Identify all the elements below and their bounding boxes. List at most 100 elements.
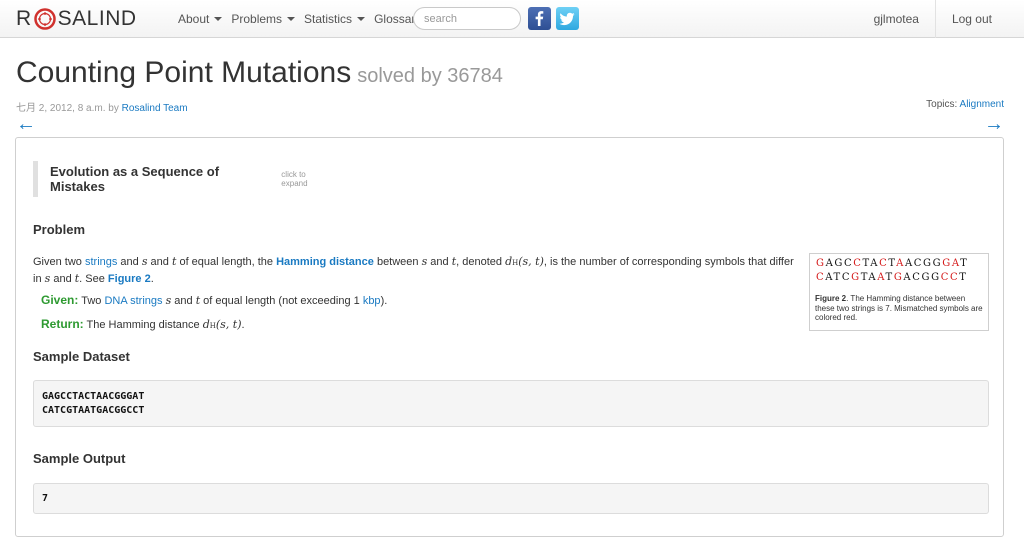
output-value: 7 <box>42 493 49 504</box>
prev-problem-arrow-icon[interactable]: ← <box>16 114 36 134</box>
story-title: Evolution as a Sequence of Mistakes <box>50 164 220 194</box>
caption-label: Figure 2 <box>815 294 847 303</box>
problem-content: Evolution as a Sequence of Mistakes clic… <box>15 137 1004 537</box>
figure-2-link[interactable]: Figure 2 <box>108 273 151 285</box>
nucleotide: C <box>949 272 960 283</box>
story-block[interactable]: Evolution as a Sequence of Mistakes clic… <box>33 161 333 197</box>
author-link[interactable]: Rosalind Team <box>122 103 188 114</box>
problem-meta: 七月 2, 2012, 8 a.m. by Rosalind Team <box>16 99 188 114</box>
text: of equal length (not exceeding 1 <box>200 295 363 307</box>
kbp-link[interactable]: kbp <box>363 295 381 307</box>
nucleotide: A <box>825 272 834 283</box>
navbar: R SALIND About Problems Statistics Gloss… <box>0 0 1024 38</box>
text: ). <box>380 295 388 307</box>
problem-heading: Problem <box>33 222 86 237</box>
text: and <box>50 273 75 285</box>
text: of equal length, the <box>176 256 277 268</box>
math-d: d <box>202 318 210 331</box>
rosalind-logo-icon <box>33 8 56 30</box>
text: and <box>171 295 196 307</box>
nucleotide: A <box>896 258 905 269</box>
dataset-line-1: GAGCCTACTAACGGGAT <box>42 391 145 402</box>
nucleotide: A <box>903 272 913 283</box>
menu-problems-label: Problems <box>231 12 283 26</box>
topic-link-alignment[interactable]: Alignment <box>960 99 1004 110</box>
nucleotide: C <box>841 272 852 283</box>
solved-count: solved by 36784 <box>357 65 503 87</box>
text: between <box>373 256 422 268</box>
menu-about-label: About <box>178 12 210 26</box>
topics: Topics: Alignment <box>926 99 1004 110</box>
menu-statistics[interactable]: Statistics <box>304 12 366 26</box>
brand-letter-r: R <box>16 7 32 30</box>
dna-strings-link[interactable]: DNA strings <box>104 295 162 307</box>
logout-link[interactable]: Log out <box>936 0 1024 38</box>
math-args: (s, t) <box>518 255 544 268</box>
expand-hint[interactable]: click to expand <box>281 170 333 188</box>
text: and <box>147 256 172 268</box>
sequence-row-2: CATCGTAATGACGGCCT <box>816 272 968 283</box>
problem-title: Counting Point Mutations <box>16 56 352 89</box>
twitter-icon[interactable] <box>556 7 579 30</box>
nucleotide: C <box>940 272 950 283</box>
nucleotide: G <box>932 258 943 269</box>
return-label: Return: <box>41 317 84 331</box>
menu-statistics-label: Statistics <box>304 12 353 26</box>
sequence-row-1: GAGCCTACTAACGGGAT <box>816 258 968 269</box>
nucleotide: T <box>960 258 969 269</box>
next-problem-arrow-icon[interactable]: → <box>984 114 1004 134</box>
text: and <box>427 256 452 268</box>
nucleotide: G <box>851 272 861 283</box>
page-title: Counting Point Mutations solved by 36784 <box>16 56 503 90</box>
topics-label: Topics <box>926 99 955 110</box>
brand-logo[interactable]: R SALIND <box>16 6 137 32</box>
dataset-line-2: CATCGTAATGACGGCCT <box>42 405 145 416</box>
nucleotide: G <box>921 272 932 283</box>
user-menu: gjlmotea Log out <box>858 0 1024 38</box>
caret-down-icon <box>287 17 296 21</box>
nucleotide: C <box>816 272 826 283</box>
text: Two <box>78 295 105 307</box>
text: . <box>241 319 245 331</box>
figure-caption: Figure 2. The Hamming distance between t… <box>815 294 985 323</box>
nucleotide: G <box>816 258 826 269</box>
strings-link[interactable]: strings <box>85 256 117 268</box>
given-label: Given: <box>41 293 79 307</box>
brand-text: SALIND <box>57 7 137 30</box>
nucleotide: C <box>913 258 924 269</box>
nucleotide: T <box>833 272 842 283</box>
main-menu: About Problems Statistics Glossary <box>178 0 430 38</box>
nucleotide: C <box>853 258 863 269</box>
text: , denoted <box>456 256 506 268</box>
math-args: (s, t) <box>215 318 242 331</box>
text: and <box>117 256 142 268</box>
nucleotide: A <box>904 258 914 269</box>
facebook-icon[interactable] <box>528 7 551 30</box>
text: Given two <box>33 256 85 268</box>
text: The Hamming distance <box>83 319 203 331</box>
figure-2: GAGCCTACTAACGGGAT CATCGTAATGACGGCCT Figu… <box>809 253 989 331</box>
sample-dataset-box[interactable]: GAGCCTACTAACGGGAT CATCGTAATGACGGCCT <box>33 380 989 427</box>
nucleotide: C <box>912 272 922 283</box>
username-link[interactable]: gjlmotea <box>858 0 935 38</box>
nucleotide: T <box>885 272 894 283</box>
nucleotide: G <box>893 272 904 283</box>
given-line: Given: Two DNA strings s and t of equal … <box>41 293 387 307</box>
nucleotide: A <box>868 272 878 283</box>
menu-about[interactable]: About <box>178 12 223 26</box>
sample-dataset-heading: Sample Dataset <box>33 349 130 364</box>
text: . See <box>79 273 108 285</box>
nucleotide: G <box>942 258 952 269</box>
caret-down-icon <box>214 17 223 21</box>
nucleotide: A <box>951 258 961 269</box>
caret-down-icon <box>357 17 366 21</box>
sample-output-box[interactable]: 7 <box>33 483 989 514</box>
nucleotide: T <box>959 272 968 283</box>
hamming-distance-link[interactable]: Hamming distance <box>276 256 374 268</box>
nucleotide: G <box>834 258 845 269</box>
search-input[interactable] <box>413 7 521 30</box>
menu-problems[interactable]: Problems <box>231 12 296 26</box>
problem-statement: Given two strings and s and t of equal l… <box>33 254 803 287</box>
nucleotide: A <box>877 272 886 283</box>
nucleotide: G <box>931 272 941 283</box>
